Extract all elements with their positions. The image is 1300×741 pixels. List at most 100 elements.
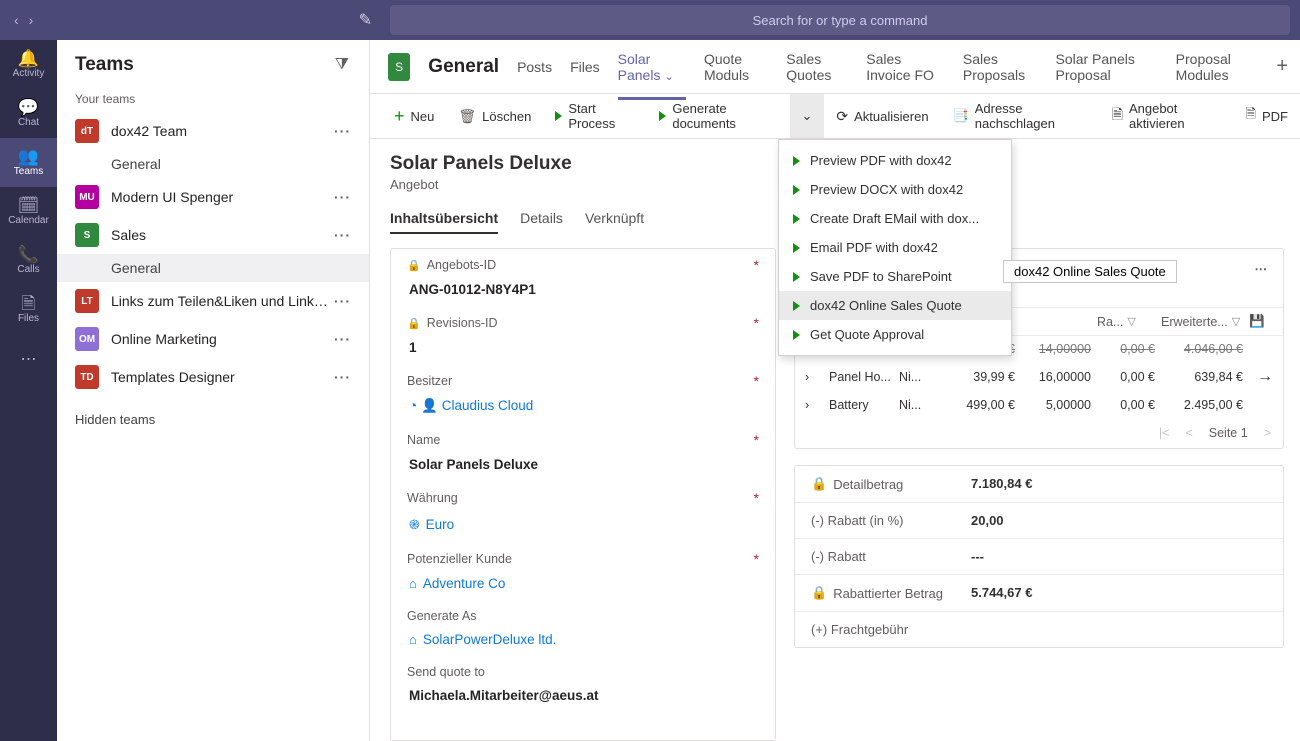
channel-row[interactable]: General [57,150,369,178]
split-item[interactable]: Create Draft EMail with dox... [779,204,1011,233]
inner-tab[interactable]: Details [520,210,563,234]
command-bar: +Neu 🗑Löschen Start Process Generate doc… [370,94,1300,139]
split-item[interactable]: Get Quote Approval [779,320,1011,349]
team-badge: dT [75,119,99,143]
teams-icon: 👥 [18,148,39,165]
sendto-value[interactable]: Michaela.Mitarbeiter@aeus.at [407,679,759,713]
forward-icon[interactable]: › [29,12,34,28]
lock-icon: 🔒 [407,259,421,272]
play-icon [793,156,800,166]
pager: |< < Seite 1 > [795,418,1283,448]
split-item[interactable]: dox42 Online Sales Quote [779,291,1011,320]
revisions-id-value[interactable]: 1 [407,331,759,365]
filter-icon[interactable]: ▽ [1127,315,1135,328]
team-row[interactable]: OM Online Marketing··· [57,320,369,358]
angebots-id-value[interactable]: ANG-01012-N8Y4P1 [407,273,759,307]
team-row[interactable]: SSales··· [57,216,369,254]
channel-row[interactable]: General [57,254,369,282]
search-input[interactable]: Search for or type a command [390,5,1290,35]
building-icon: ⌂ [409,576,417,591]
rail-calendar[interactable]: 🗓Calendar [0,187,57,236]
tab-solar-panels-proposal[interactable]: Solar Panels Proposal [1055,34,1157,100]
inner-tab[interactable]: Verknüpft [585,210,644,234]
lock-icon: 🔒 [407,317,421,330]
filter-icon[interactable]: ▽ [1232,315,1240,328]
rail-more[interactable]: ⋯ [0,334,57,383]
team-row[interactable]: TDTemplates Designer··· [57,358,369,396]
customer-link[interactable]: ⌂Adventure Co [407,567,759,601]
tooltip: dox42 Online Sales Quote [1003,260,1177,283]
expand-icon[interactable]: › [805,398,829,412]
cmd-pdf[interactable]: 🗎PDF [1234,94,1300,138]
pager-first-icon[interactable]: |< [1159,426,1170,440]
cmd-split-chevron[interactable]: ⌄ [790,94,825,138]
team-row[interactable]: LTLinks zum Teilen&Liken und Links zu i.… [57,282,369,320]
tab-proposal-modules[interactable]: Proposal Modules [1176,34,1259,100]
expand-icon[interactable]: › [805,370,829,384]
team-name: Online Marketing [111,331,330,347]
split-item[interactable]: Email PDF with dox42 [779,233,1011,262]
compose-icon[interactable]: ✎ [359,10,372,30]
files-icon: 🗎 [22,295,36,312]
tab-posts[interactable]: Posts [517,42,552,92]
split-item[interactable]: Preview DOCX with dox42 [779,175,1011,204]
filter-icon[interactable]: ⧩ [335,56,349,74]
trash-icon: 🗑 [458,108,476,125]
team-name: Templates Designer [111,369,330,385]
back-icon[interactable]: ‹ [14,12,19,28]
rail-files[interactable]: 🗎Files [0,285,57,334]
rail-activity[interactable]: 🔔Activity [0,40,57,89]
tab-quote-moduls[interactable]: Quote Moduls [704,34,768,100]
currency-link[interactable]: ֎Euro [407,506,759,543]
cmd-start-process[interactable]: Start Process [543,94,647,138]
tab-files[interactable]: Files [570,42,600,92]
split-item[interactable]: Preview PDF with dox42 [779,146,1011,175]
rail-calls[interactable]: 📞Calls [0,236,57,285]
add-tab-button[interactable]: + [1276,55,1288,78]
cmd-address[interactable]: 📑Adresse nachschlagen [941,94,1100,138]
save-col-icon[interactable]: 💾 [1249,314,1273,329]
team-more-icon[interactable]: ··· [330,369,355,385]
rabatt-amt[interactable]: --- [971,549,984,564]
tab-sales-quotes[interactable]: Sales Quotes [786,34,848,100]
team-more-icon[interactable]: ··· [330,331,355,347]
team-row[interactable]: MUModern UI Spenger··· [57,178,369,216]
chevron-down-icon: ⌄ [664,71,673,83]
calendar-icon: 🗓 [18,197,40,214]
team-more-icon[interactable]: ··· [330,227,355,243]
team-more-icon[interactable]: ··· [330,189,355,205]
grid-row[interactable]: ›BatteryNi...499,00 €5,000000,00 €2.495,… [795,392,1283,418]
split-item[interactable]: Save PDF to SharePoint [779,262,1011,291]
generate-dropdown: Preview PDF with dox42Preview DOCX with … [778,139,1012,356]
generate-as-link[interactable]: ⌂SolarPowerDeluxe ltd. [407,623,759,657]
cmd-generate[interactable]: Generate documents [647,94,789,138]
owner-link[interactable]: ◔👤 Claudius Cloud [407,389,759,424]
team-more-icon[interactable]: ··· [330,293,355,309]
more-icon[interactable]: ⋯ [1255,261,1270,276]
pager-next-icon[interactable]: > [1264,426,1271,440]
channel-header: S General PostsFilesSolar Panels⌄Quote M… [370,40,1300,94]
clock-icon: ◔ [409,398,417,413]
cmd-activate[interactable]: 🗎Angebot aktivieren [1100,94,1234,138]
hidden-teams-label[interactable]: Hidden teams [57,396,369,443]
pager-prev-icon[interactable]: < [1185,426,1192,440]
bell-icon: 🔔 [18,50,39,67]
play-icon [555,111,562,121]
tab-solar-panels[interactable]: Solar Panels⌄ [618,34,686,100]
name-value[interactable]: Solar Panels Deluxe [407,448,759,482]
row-arrow-icon[interactable]: → [1249,368,1273,386]
team-row[interactable]: dTdox42 Team··· [57,112,369,150]
rabatt-pct[interactable]: 20,00 [971,513,1004,528]
inner-tab[interactable]: Inhaltsübersicht [390,210,498,234]
team-more-icon[interactable]: ··· [330,123,355,139]
team-badge: OM [75,327,99,351]
grid-row[interactable]: ›Panel Ho...Ni...39,99 €16,000000,00 €63… [795,362,1283,392]
rail-chat[interactable]: 💬Chat [0,89,57,138]
tab-sales-invoice-fo[interactable]: Sales Invoice FO [866,34,945,100]
rail-teams[interactable]: 👥Teams [0,138,57,187]
cmd-new[interactable]: +Neu [382,94,446,138]
play-icon [793,214,800,224]
tab-sales-proposals[interactable]: Sales Proposals [963,34,1038,100]
cmd-refresh[interactable]: ⟳Aktualisieren [824,94,940,138]
cmd-delete[interactable]: 🗑Löschen [446,94,543,138]
